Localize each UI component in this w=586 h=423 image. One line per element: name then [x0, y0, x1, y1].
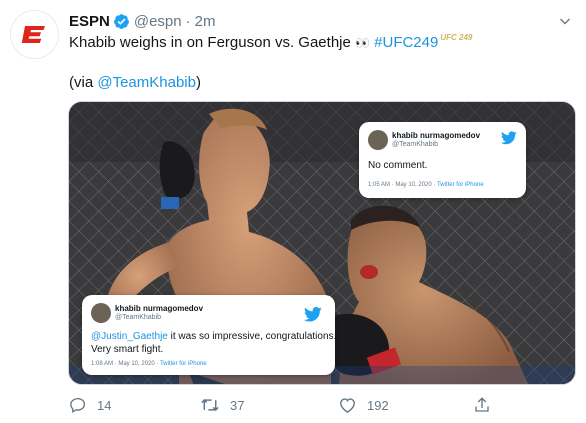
- card-body: No comment.: [368, 160, 428, 171]
- heart-icon: [340, 398, 355, 413]
- hashtag-badge: UFC 249: [440, 33, 473, 42]
- reply-button[interactable]: 14: [69, 396, 111, 414]
- reply-icon: [70, 397, 86, 413]
- card-body-line1: it was so impressive, congratulations.: [167, 331, 337, 342]
- mention-link[interactable]: @TeamKhabib: [97, 74, 196, 91]
- eyes-emoji: 👀: [355, 36, 370, 50]
- tweet-text: Khabib weighs in on Ferguson vs. Gaethje…: [69, 33, 574, 93]
- card-source: Twitter for iPhone: [436, 182, 484, 188]
- separator-dot: ·: [185, 12, 191, 30]
- card-source: Twitter for iPhone: [159, 361, 207, 367]
- card-time: 1:08 AM · May 10, 2020 ·: [91, 361, 160, 367]
- via-suffix: ): [195, 74, 201, 91]
- card-avatar: [368, 130, 388, 150]
- media-image[interactable]: khabib nurmagomedov @TeamKhabib No comme…: [68, 101, 576, 385]
- card-body-line2: Very smart fight.: [91, 344, 164, 355]
- like-button[interactable]: 192: [338, 396, 389, 414]
- chevron-down-icon[interactable]: [556, 12, 574, 30]
- card-handle: @TeamKhabib: [115, 314, 162, 321]
- author-name[interactable]: ESPN: [69, 13, 110, 30]
- tweet-actions: 14 37 192: [0, 396, 586, 418]
- author-handle[interactable]: @espn: [134, 13, 182, 30]
- hashtag-link[interactable]: #UFC249: [374, 34, 438, 51]
- like-count: 192: [367, 397, 389, 413]
- espn-logo-icon: [21, 26, 45, 43]
- card-name: khabib nurmagomedov: [392, 131, 481, 140]
- retweet-button[interactable]: 37: [200, 396, 244, 414]
- card-time: 1:05 AM · May 10, 2020 ·: [368, 182, 437, 188]
- espn-avatar[interactable]: [10, 10, 59, 59]
- share-icon: [475, 397, 489, 412]
- retweet-count: 37: [230, 397, 245, 413]
- tweet[interactable]: ESPN @espn · 2m Khabib weighs in on Ferg…: [0, 0, 586, 423]
- reply-count: 14: [97, 397, 112, 413]
- via-prefix: (via: [69, 74, 98, 91]
- tweet-text-main: Khabib weighs in on Ferguson vs. Gaethje: [69, 34, 351, 51]
- verified-badge-icon: [113, 13, 130, 30]
- twitter-bird-icon: [304, 307, 322, 322]
- share-button[interactable]: [473, 396, 491, 414]
- card-avatar: [91, 303, 111, 323]
- embedded-tweet-bottom[interactable]: khabib nurmagomedov @TeamKhabib @Justin_…: [82, 295, 336, 375]
- card-meta: 1:08 AM · May 10, 2020 · Twitter for iPh…: [91, 361, 207, 367]
- tweet-header: ESPN @espn · 2m: [69, 10, 215, 32]
- timestamp[interactable]: 2m: [195, 13, 216, 30]
- card-body: @Justin_Gaethje it was so impressive, co…: [91, 330, 336, 356]
- embedded-tweet-top[interactable]: khabib nurmagomedov @TeamKhabib No comme…: [359, 122, 526, 198]
- card-meta: 1:05 AM · May 10, 2020 · Twitter for iPh…: [368, 182, 484, 188]
- twitter-bird-icon: [501, 131, 517, 145]
- card-name: khabib nurmagomedov: [115, 304, 204, 313]
- card-mention: @Justin_Gaethje: [91, 331, 168, 342]
- card-handle: @TeamKhabib: [392, 141, 439, 148]
- retweet-icon: [201, 399, 219, 411]
